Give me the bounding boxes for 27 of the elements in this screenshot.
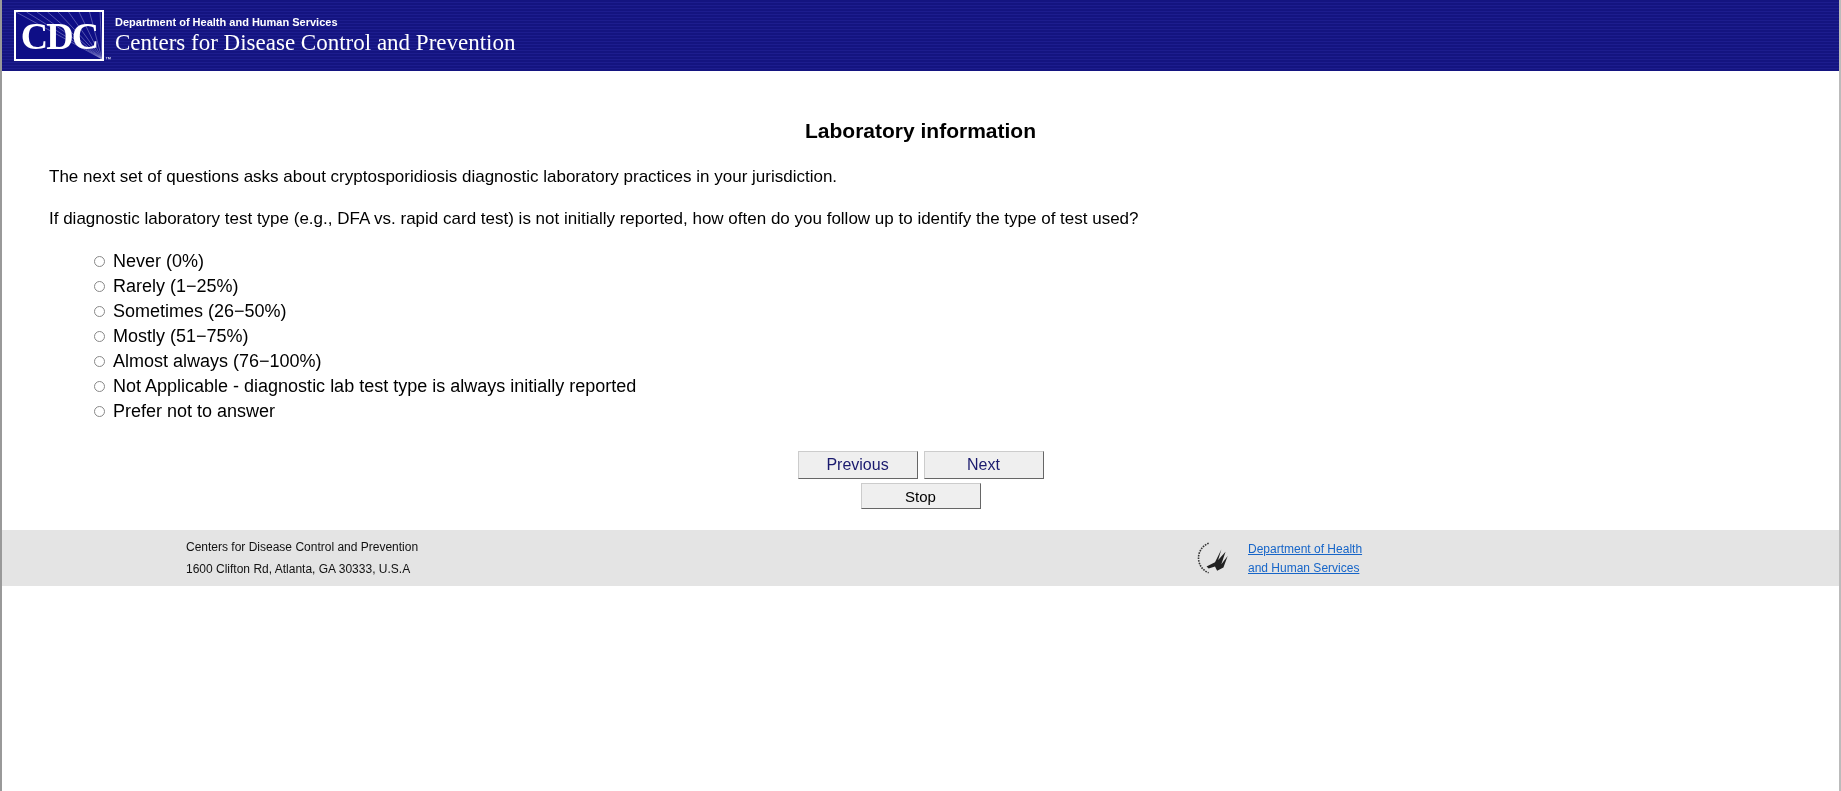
radio-button[interactable] [94, 256, 105, 267]
radio-button[interactable] [94, 331, 105, 342]
page-title: Laboratory information [804, 119, 1037, 143]
cdc-logo[interactable]: CDC [14, 10, 104, 61]
radio-button[interactable] [94, 281, 105, 292]
footer-agency-name: Centers for Disease Control and Prevention [186, 540, 420, 554]
department-name: Department of Health and Human Services [115, 15, 339, 28]
stop-button[interactable]: Stop [860, 483, 981, 509]
answer-option[interactable]: Mostly (51−75%) [94, 324, 249, 349]
answer-option[interactable]: Sometimes (26−50%) [94, 299, 287, 324]
answer-option[interactable]: Never (0%) [94, 249, 205, 274]
previous-button[interactable]: Previous [797, 451, 918, 479]
next-button[interactable]: Next [923, 451, 1044, 479]
answer-option[interactable]: Not Applicable - diagnostic lab test type is always initially reported [94, 374, 637, 399]
answer-option[interactable]: Rarely (1−25%) [94, 274, 239, 299]
intro-text: The next set of questions asks about cryptosporidiosis diagnostic laboratory practices in your jurisdiction. [49, 167, 839, 187]
hhs-link[interactable]: Department of Health [1248, 541, 1363, 556]
radio-button[interactable] [94, 381, 105, 392]
radio-button[interactable] [94, 356, 105, 367]
answer-option[interactable]: Prefer not to answer [94, 399, 276, 424]
footer-address: 1600 Clifton Rd, Atlanta, GA 30333, U.S.A [186, 562, 412, 576]
question-text: If diagnostic laboratory test type (e.g., DFA vs. rapid card test) is not initially reported, how often do you follow up to identify the type of test used? [49, 209, 1140, 229]
hhs-link[interactable]: and Human Services [1248, 560, 1360, 575]
agency-name: Centers for Disease Control and Prevention [115, 29, 516, 56]
radio-button[interactable] [94, 406, 105, 417]
answer-option[interactable]: Almost always (76−100%) [94, 349, 322, 374]
radio-button[interactable] [94, 306, 105, 317]
